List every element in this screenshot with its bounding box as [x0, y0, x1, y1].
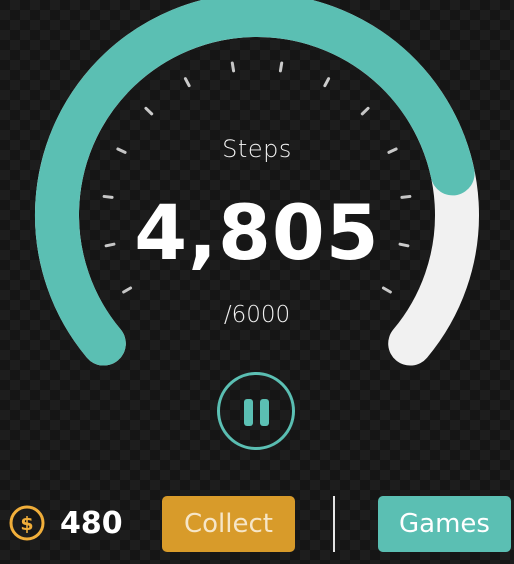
gauge-tick — [230, 61, 236, 73]
step-goal: /6000 — [223, 302, 291, 328]
pause-button[interactable] — [217, 372, 295, 450]
dollar-coin-icon: $ — [9, 505, 45, 541]
gauge-tick — [122, 286, 133, 294]
gauge-tick — [323, 77, 331, 88]
gauge-tick — [183, 77, 191, 88]
collect-button[interactable]: Collect — [162, 496, 295, 552]
divider — [333, 496, 335, 552]
gauge-tick — [360, 106, 370, 116]
gauge-tick — [381, 286, 392, 294]
steps-label: Steps — [222, 135, 292, 163]
svg-text:$: $ — [20, 513, 33, 535]
gauge-tick — [278, 61, 284, 73]
games-button[interactable]: Games — [378, 496, 511, 552]
gauge-tick — [144, 106, 154, 116]
coin-count: 480 — [60, 506, 123, 541]
step-count: 4,805 — [134, 188, 380, 277]
gauge-progress — [35, 0, 475, 366]
